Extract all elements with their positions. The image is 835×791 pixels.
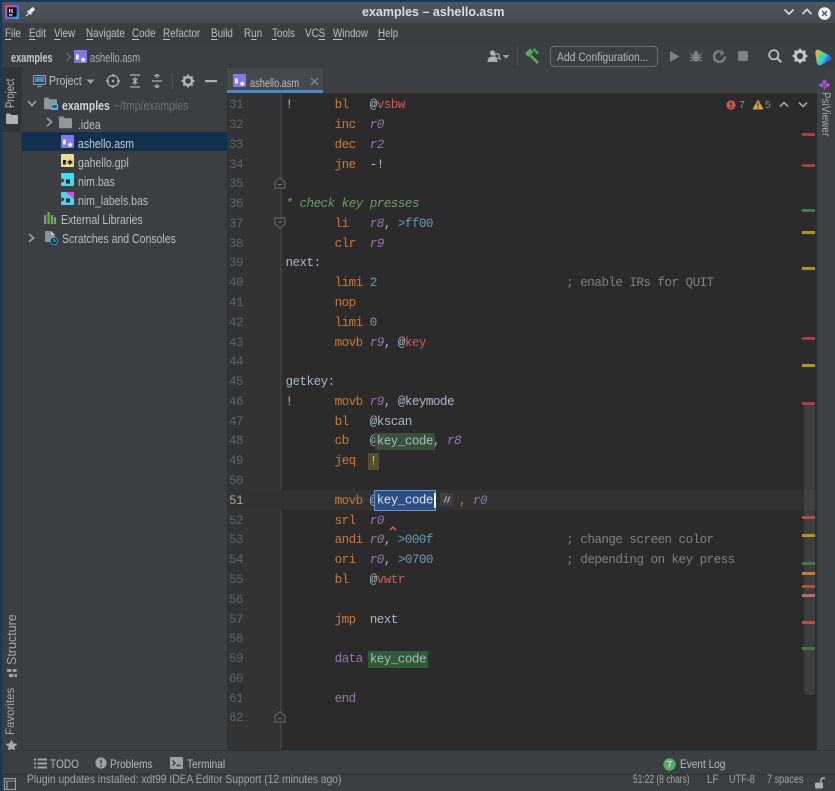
- svg-text:7: 7: [667, 760, 672, 770]
